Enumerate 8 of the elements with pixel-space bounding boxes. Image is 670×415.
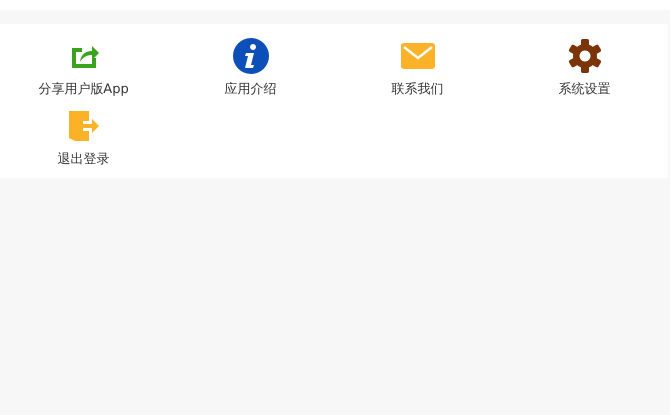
menu-item-label[interactable]: 联系我们 <box>392 80 444 100</box>
door-exit-icon <box>66 108 100 144</box>
menu-item-label[interactable]: 分享用户版App <box>38 80 129 100</box>
menu-item-label[interactable]: 应用介绍 <box>224 80 276 100</box>
gear-icon <box>566 38 602 74</box>
menu-item-label[interactable]: 系统设置 <box>558 80 610 100</box>
menu-item-label[interactable]: 退出登录 <box>58 150 110 170</box>
info-icon <box>232 38 270 74</box>
